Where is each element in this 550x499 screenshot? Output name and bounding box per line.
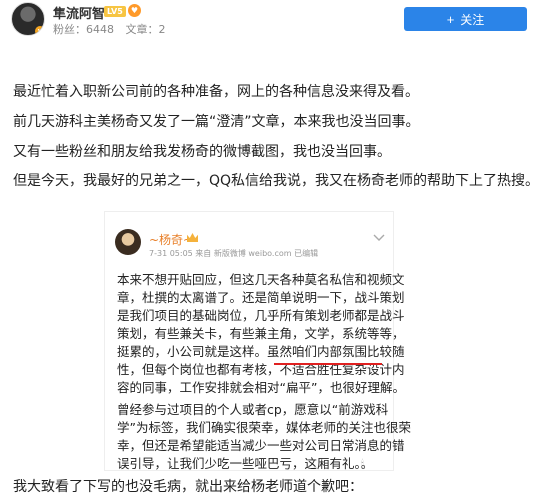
quote-line: 挺累的，小公司就是这样。虽然咱们内部氛围比较随 [117,344,405,359]
quote-line: 误引导，让我们少吃一些哑巴亏，这厢有礼。。 [117,456,374,471]
chevron-down-icon [373,234,385,241]
article-paragraph: 又有一些粉丝和朋友给我发杨奇的微博截图，我也没当回事。 [13,144,391,160]
author-header: v 隼流阿智 LV5 ♥ 粉丝：6448 文章：2 + 关注 [0,0,550,44]
candle-emoji-icon: 🕯 [361,459,364,470]
weibo-screenshot: ~杨奇~ 7-31 05:05 来自 新版微博 weibo.com 已编辑 本来… [104,211,411,471]
author-name[interactable]: 隼流阿智 [53,3,105,22]
quote-line: 容的同事，工作安排就会相对“扁平”，也很好理解。 [117,380,405,395]
quote-author-name: ~杨奇~ [149,233,194,247]
user-icon: ♥ [128,4,141,17]
follow-label: 关注 [460,13,485,27]
quote-line: 是我们项目的基础岗位，几乎所有策划老师都是战斗 [117,308,405,323]
follow-button[interactable]: + 关注 [404,7,527,31]
article-paragraph: 前几天游科主美杨奇又发了一篇“澄清”文章，本来我也没当回事。 [13,114,420,130]
quote-avatar [115,229,141,255]
quote-line: 本来不想开贴回应，但这几天各种莫名私信和视频文 [117,272,405,287]
quote-line: 章，杜撰的太离谱了。还是简单说明一下，战斗策划 [117,290,405,305]
author-stats: 粉丝：6448 文章：2 [53,21,174,37]
article-paragraph: 最近忙着入职新公司前的各种准备，网上的各种信息没来得及看。 [13,84,419,100]
level-badge: LV5 [104,6,126,17]
article-paragraph: 但是今天，我最好的兄弟之一，QQ私信给我说，我又在杨奇老师的帮助下上了热搜。 [13,173,540,189]
quote-meta: 7-31 05:05 来自 新版微博 weibo.com 已编辑 [149,249,319,258]
plus-icon: + [446,12,455,27]
quote-line: 策划，有些兼关卡，有些兼主角，文学，系统等等， [117,326,405,341]
quote-line: 学”为标签，我们确实很荣幸，媒体老师的关注也很荣 [117,420,411,435]
author-avatar[interactable]: v [11,2,45,36]
fans-count: 粉丝：6448 [53,23,114,36]
red-underline [274,363,382,365]
verified-icon: v [35,26,44,35]
articles-count: 文章：2 [125,23,166,36]
quote-line: 曾经参与过项目的个人或者cp，愿意以“前游戏科 [117,402,389,417]
quote-line: 性，但每个岗位也都有考核，不适合胜任复杂设计内 [117,362,405,377]
quote-line: 幸，但还是希望能适当减少一些对公司日常消息的错 [117,438,405,453]
article-paragraph: 我大致看了下写的也没毛病，就出来给杨老师道个歉吧： [13,479,363,495]
